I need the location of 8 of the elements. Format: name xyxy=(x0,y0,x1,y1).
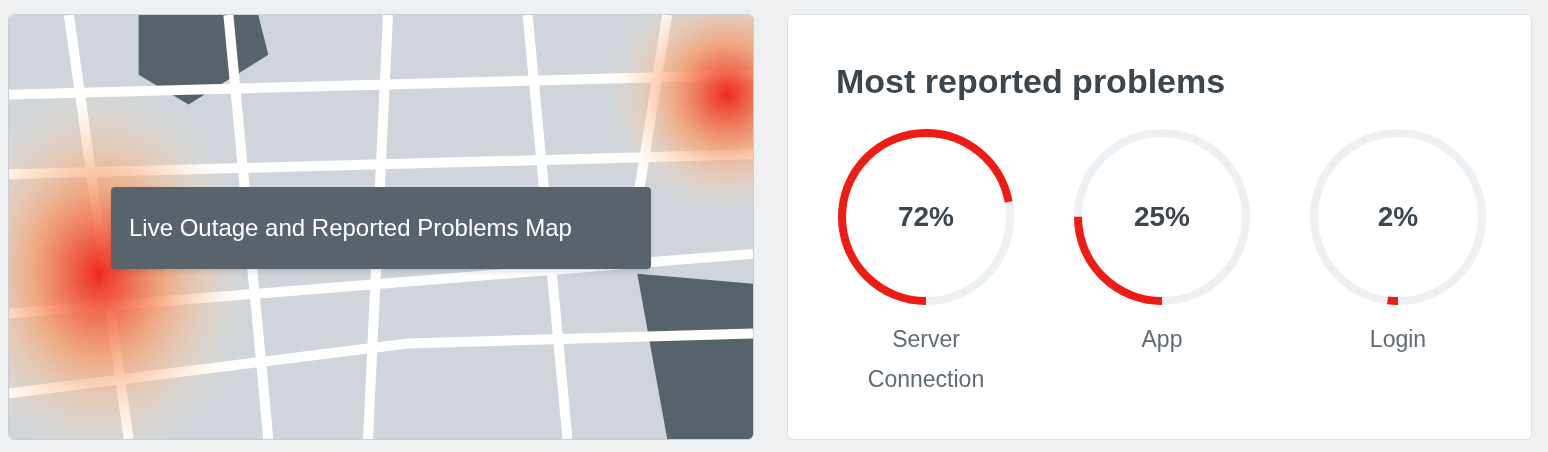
problem-label: Server Connection xyxy=(866,325,986,394)
percent-value: 2% xyxy=(1377,200,1419,234)
percent-value: 25% xyxy=(1133,200,1190,234)
problem-label: Login xyxy=(1369,325,1427,354)
map-label[interactable]: Live Outage and Reported Problems Map xyxy=(111,187,651,269)
panel-title: Most reported problems xyxy=(836,61,1227,102)
percent-value: 72% xyxy=(897,200,954,234)
problem-label: App xyxy=(1141,325,1183,354)
